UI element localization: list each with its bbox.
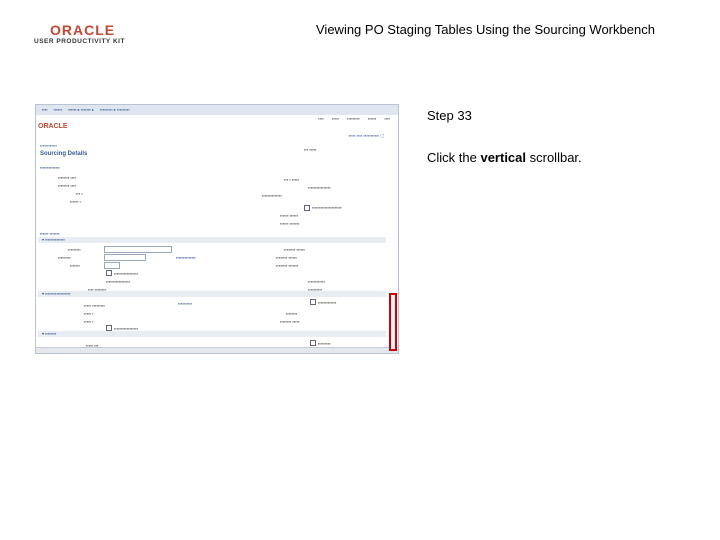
screenshot-menu-bar: ▪▪▪▪ ▪▪▪▪▪ ▪▪▪▪▪▪▪▪▪ ▪▪▪▪▪▪ ▪▪▪▪ xyxy=(36,115,398,123)
screenshot-link: ▪▪▪▪▪▪▪▪▪▪▪▪▪▪ xyxy=(40,165,60,170)
screenshot-field: ▪▪▪▪▪▪ ▪ xyxy=(70,199,82,204)
screenshot-field: ▪▪▪▪▪▪▪▪ xyxy=(286,311,298,316)
screenshot-field: ▪▪▪▪▪▪▪▪▪ xyxy=(68,247,81,252)
screenshot-field: ▪▪▪▪▪▪▪▪▪▪▪▪▪ xyxy=(318,300,337,305)
screenshot-field: ▪▪▪▪▪▪▪▪▪▪▪▪▪▪▪▪▪ xyxy=(106,279,131,284)
oracle-upk-logo: ORACLE USER PRODUCTIVITY KIT xyxy=(34,22,154,50)
screenshot-field: ▪▪▪▪▪▪▪▪▪▪▪▪▪▪▪▪▪▪▪▪▪ xyxy=(312,205,342,210)
application-screenshot: ▪▪▪▪ ▪▪▪▪▪▪ ▪▪▪▪▪▪ ▸ ▪▪▪▪▪▪▪ ▸ ▪▪▪▪▪▪▪▪▪ ▸ … xyxy=(35,104,399,354)
screenshot-section-bar: ▾ ▪▪▪▪▪▪▪▪ xyxy=(38,331,386,337)
screenshot-horizontal-scrollbar xyxy=(36,347,398,353)
screenshot-checkbox xyxy=(310,340,316,346)
screenshot-field: ▪▪▪▪▪▪▪▪▪▪▪▪▪▪▪▪ xyxy=(308,185,331,190)
screenshot-field: ▪▪▪▪▪ ▪▪▪▪▪▪▪▪▪ xyxy=(84,303,105,308)
screenshot-link: ▪▪▪▪▪▪▪▪▪▪ xyxy=(178,301,193,306)
screenshot-section-bar: ▾ ▪▪▪▪▪▪▪▪▪▪▪▪▪▪ xyxy=(38,237,386,243)
instruction-suffix: scrollbar. xyxy=(526,150,582,165)
instruction-prefix: Click the xyxy=(427,150,481,165)
screenshot-field: ▪▪▪▪▪▪▪ xyxy=(70,263,80,268)
screenshot-field: ▪▪▪▪▪▪▪▪▪ xyxy=(318,341,331,346)
step-number: Step 33 xyxy=(427,108,472,123)
screenshot-page-title: Sourcing Details xyxy=(40,151,88,157)
screenshot-field: ▪▪▪ ▪ ▪▪▪▪▪ xyxy=(284,177,299,182)
screenshot-field: ▪▪▪ ▪ xyxy=(76,191,83,196)
screenshot-section-bar: ▾ ▪▪▪▪▪▪▪▪▪▪▪▪▪▪▪▪▪▪ xyxy=(38,291,386,297)
logo-brand: ORACLE xyxy=(50,22,116,38)
slide-title: Viewing PO Staging Tables Using the Sour… xyxy=(316,22,655,37)
screenshot-input xyxy=(104,262,120,269)
screenshot-nav-bar: ▪▪▪▪ ▪▪▪▪▪▪ ▪▪▪▪▪▪ ▸ ▪▪▪▪▪▪▪ ▸ ▪▪▪▪▪▪▪▪▪ ▸ … xyxy=(36,105,398,115)
screenshot-field: ▪▪▪▪▪▪▪▪ ▪▪▪▪▪ xyxy=(280,319,300,324)
screenshot-field: ▪▪▪▪▪▪▪▪▪▪▪▪▪▪▪▪▪ xyxy=(114,271,139,276)
screenshot-field: ▪▪▪▪▪▪▪▪▪ xyxy=(58,255,71,260)
vertical-scrollbar-highlight[interactable] xyxy=(389,293,397,351)
screenshot-input xyxy=(104,254,146,261)
instruction-bold: vertical xyxy=(480,150,527,165)
screenshot-field: ▪▪▪▪▪▪▪▪ ▪▪▪▪▪▪ xyxy=(284,247,305,252)
screenshot-checkbox xyxy=(106,270,112,276)
screenshot-field: ▪▪▪▪▪ ▪ xyxy=(84,319,94,324)
screenshot-field: ▪▪▪▪▪▪▪▪ ▪▪▪▪▪▪ xyxy=(276,255,297,260)
screenshot-checkbox xyxy=(310,299,316,305)
logo-subtitle: USER PRODUCTIVITY KIT xyxy=(34,38,125,45)
screenshot-field: ▪▪▪▪▪▪ ▪▪▪▪▪▪▪ xyxy=(280,221,300,226)
screenshot-link: ▪▪▪▪▪▪ ▪▪▪▪▪▪▪ xyxy=(40,231,60,236)
screenshot-input xyxy=(104,246,172,253)
step-instruction: Click the vertical scrollbar. xyxy=(427,150,582,165)
screenshot-field: ▪▪▪▪▪▪▪▪ ▪▪▪▪ xyxy=(58,183,77,188)
screenshot-field: ▪▪▪▪▪▪▪▪ ▪▪▪▪ xyxy=(58,175,77,180)
screenshot-field: ▪▪▪▪▪▪▪▪ ▪▪▪▪▪▪▪ xyxy=(276,263,299,268)
screenshot-links: ▪▪▪▪▪ ▪▪▪▪ ▪▪▪▪▪▪▪▪▪▪▪ ▢ xyxy=(348,133,384,138)
screenshot-field: ▪▪▪▪▪▪ ▪▪▪▪▪▪ xyxy=(280,213,299,218)
screenshot-link: ▪▪▪▪▪▪▪▪▪▪▪▪▪▪ xyxy=(176,255,196,260)
screenshot-oracle-logo: ORACLE xyxy=(38,123,68,130)
screenshot-breadcrumb: ▪▪▪▪▪▪▪▪▪▪▪▪ xyxy=(40,143,58,148)
screenshot-checkbox xyxy=(304,205,310,211)
screenshot-field: ▪▪▪▪▪ ▪ xyxy=(84,311,94,316)
screenshot-field: ▪▪▪▪▪▪▪▪▪▪▪▪▪▪ xyxy=(262,193,282,198)
screenshot-field: ▪▪▪ ▪▪▪▪▪ xyxy=(304,147,317,152)
screenshot-field: ▪▪▪▪▪▪▪▪▪▪▪▪ xyxy=(308,279,326,284)
